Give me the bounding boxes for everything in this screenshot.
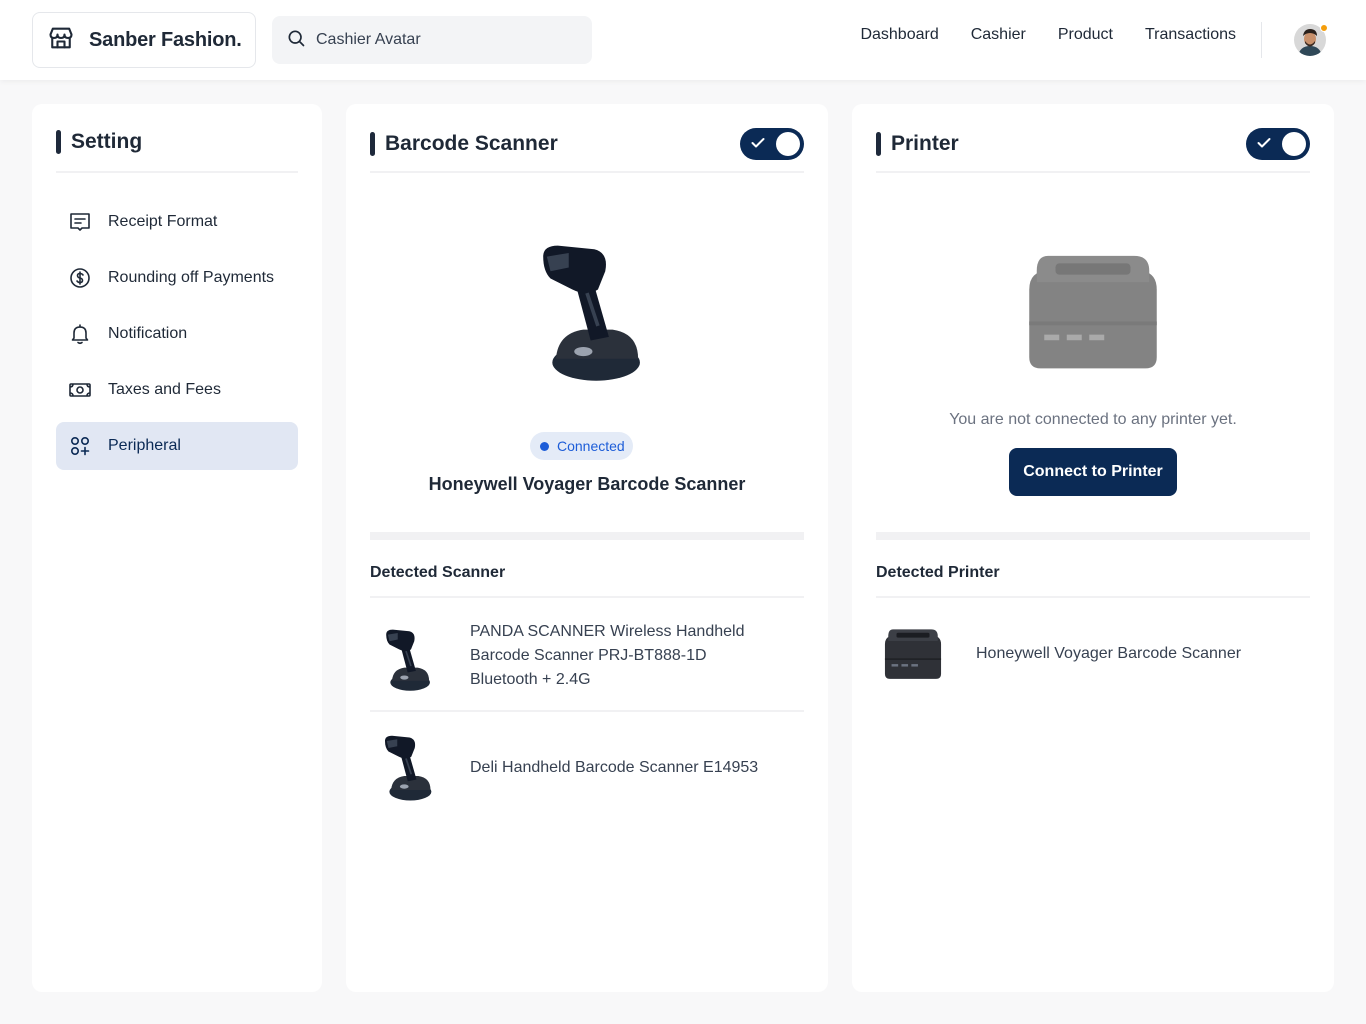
menu-item-taxes[interactable]: Taxes and Fees	[56, 366, 298, 414]
receipt-icon	[68, 210, 92, 234]
top-navbar: Sanber Fashion. Dashboard Cashier Produc…	[0, 0, 1366, 80]
divider	[56, 171, 298, 173]
menu-item-label: Peripheral	[108, 437, 181, 454]
nav-dashboard[interactable]: Dashboard	[860, 26, 938, 44]
main-nav: Dashboard Cashier Product Transactions	[860, 26, 1236, 44]
nav-transactions[interactable]: Transactions	[1145, 26, 1236, 44]
connect-printer-button[interactable]: Connect to Printer	[1009, 448, 1177, 496]
detected-printer-heading: Detected Printer	[876, 564, 1000, 581]
menu-item-label: Taxes and Fees	[108, 381, 221, 398]
scanner-image	[526, 242, 648, 388]
avatar[interactable]	[1294, 24, 1328, 56]
brand-name: Sanber Fashion.	[89, 28, 242, 51]
settings-menu: Receipt Format Rounding off Payments Not…	[56, 198, 298, 478]
toggle-knob	[776, 132, 800, 156]
menu-item-label: Rounding off Payments	[108, 269, 275, 286]
scanner-title-text: Barcode Scanner	[385, 132, 558, 155]
printer-thumbnail	[884, 628, 942, 680]
detected-scanner-item[interactable]: Deli Handheld Barcode Scanner E14953	[370, 732, 804, 804]
peripheral-icon	[68, 434, 92, 458]
notification-dot	[1320, 24, 1328, 32]
menu-item-rounding[interactable]: Rounding off Payments	[56, 254, 298, 302]
status-text: Connected	[557, 438, 625, 454]
detected-scanner-heading: Detected Scanner	[370, 564, 506, 581]
title-accent	[56, 130, 61, 154]
printer-toggle[interactable]	[1246, 128, 1310, 160]
section-divider	[370, 532, 804, 540]
settings-title: Setting	[56, 130, 142, 154]
divider	[876, 596, 1310, 598]
divider	[370, 710, 804, 712]
nav-cashier[interactable]: Cashier	[971, 26, 1026, 44]
brand-logo[interactable]: Sanber Fashion.	[32, 12, 256, 68]
title-accent	[370, 132, 375, 156]
section-divider	[876, 532, 1310, 540]
menu-item-label: Notification	[108, 325, 188, 342]
menu-item-label: Receipt Format	[108, 213, 218, 230]
store-icon	[47, 24, 75, 57]
bell-icon	[68, 322, 92, 346]
scanner-title: Barcode Scanner	[370, 132, 558, 156]
divider	[370, 596, 804, 598]
menu-item-peripheral[interactable]: Peripheral	[56, 422, 298, 470]
search-icon	[286, 28, 306, 53]
printer-panel: Printer You are not connected to any pri…	[852, 104, 1334, 992]
check-icon	[751, 138, 765, 148]
money-icon	[68, 378, 92, 402]
detected-scanner-item[interactable]: PANDA SCANNER Wireless Handheld Barcode …	[370, 608, 804, 704]
status-badge: Connected	[530, 432, 633, 460]
toggle-knob	[1282, 132, 1306, 156]
status-dot	[540, 441, 549, 451]
scanner-item-name: PANDA SCANNER Wireless Handheld Barcode …	[470, 623, 745, 688]
check-icon	[1257, 138, 1271, 148]
scanner-thumbnail	[384, 734, 433, 802]
scanner-toggle[interactable]	[740, 128, 804, 160]
divider	[876, 171, 1310, 173]
menu-item-receipt-format[interactable]: Receipt Format	[56, 198, 298, 246]
nav-product[interactable]: Product	[1058, 26, 1113, 44]
title-accent	[876, 132, 881, 156]
printer-item-name: Honeywell Voyager Barcode Scanner	[976, 645, 1242, 662]
printer-title-text: Printer	[891, 132, 959, 155]
search-bar	[272, 16, 592, 64]
printer-title: Printer	[876, 132, 959, 156]
connected-device-name: Honeywell Voyager Barcode Scanner	[428, 474, 746, 494]
scanner-panel: Barcode Scanner Connected Honeywell Voya…	[346, 104, 828, 992]
search-input[interactable]	[316, 31, 576, 49]
no-printer-message: You are not connected to any printer yet…	[949, 411, 1237, 428]
scanner-thumbnail	[385, 628, 431, 692]
settings-title-text: Setting	[71, 130, 143, 153]
dollar-circle-icon	[68, 266, 92, 290]
divider	[370, 171, 804, 173]
settings-panel: Setting Receipt Format Rounding off Paym…	[32, 104, 322, 992]
detected-printer-item[interactable]: Honeywell Voyager Barcode Scanner	[876, 618, 1310, 690]
nav-divider	[1261, 22, 1262, 58]
menu-item-notification[interactable]: Notification	[56, 310, 298, 358]
scanner-item-name: Deli Handheld Barcode Scanner E14953	[470, 759, 759, 776]
printer-image	[1027, 253, 1159, 371]
